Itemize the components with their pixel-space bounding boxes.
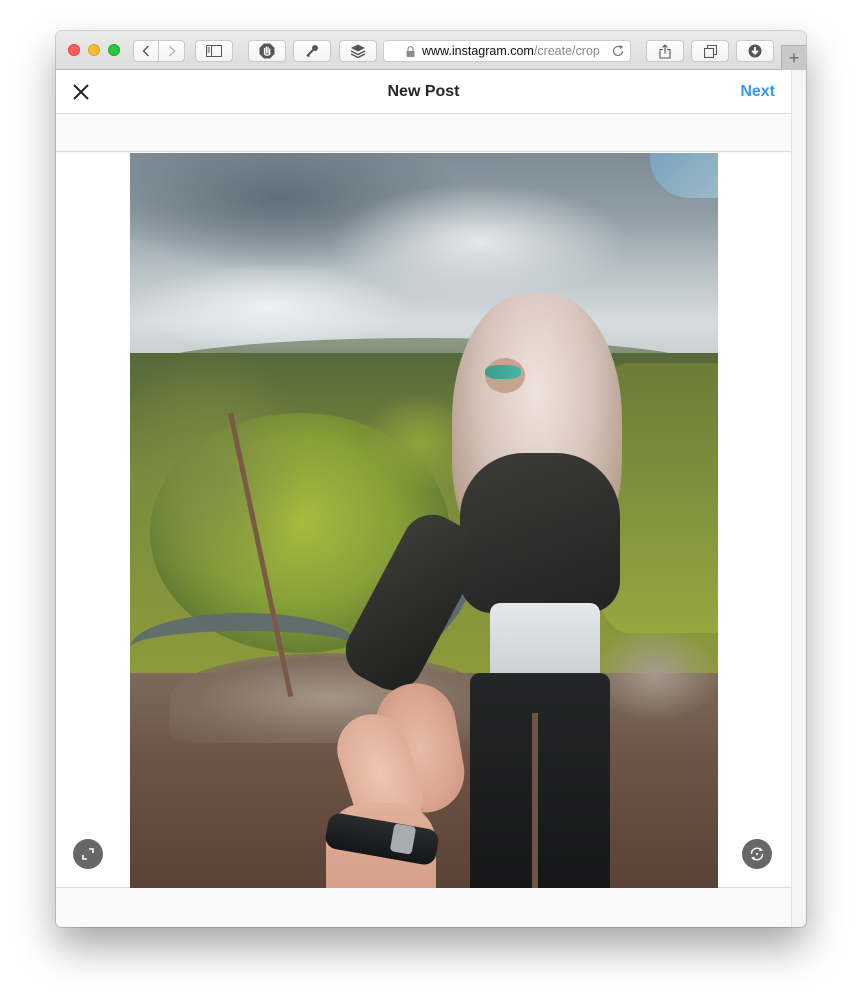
- back-button[interactable]: [133, 40, 159, 62]
- scrollbar[interactable]: [791, 70, 806, 927]
- window-minimize-button[interactable]: [88, 44, 100, 56]
- crop-stage[interactable]: [56, 153, 791, 888]
- layers-button[interactable]: [339, 40, 377, 62]
- sidebar-icon: [206, 45, 222, 57]
- post-photo[interactable]: [130, 153, 718, 888]
- share-button[interactable]: [646, 40, 684, 62]
- url-text: www.instagram.com/create/crop: [422, 44, 600, 58]
- download-icon: [748, 44, 762, 58]
- window-close-button[interactable]: [68, 44, 80, 56]
- tabs-icon: [703, 44, 717, 58]
- chevron-right-icon: [168, 45, 175, 57]
- navigation-buttons: [133, 40, 185, 62]
- new-post-header: New Post Next: [56, 70, 791, 114]
- sidebar-button[interactable]: [195, 40, 233, 62]
- lock-icon: [406, 46, 415, 57]
- url-host: www.instagram.com: [422, 44, 534, 58]
- forward-button[interactable]: [159, 40, 185, 62]
- next-button[interactable]: Next: [740, 83, 775, 101]
- address-bar[interactable]: www.instagram.com/create/crop: [383, 40, 631, 62]
- page-content: New Post Next: [56, 70, 791, 927]
- new-tab-button[interactable]: +: [781, 45, 806, 70]
- tabs-overview-button[interactable]: [691, 40, 729, 62]
- browser-window: www.instagram.com/create/crop + New Post…: [56, 31, 806, 927]
- rotate-button[interactable]: [742, 839, 772, 869]
- url-path: /create/crop: [533, 44, 600, 58]
- bottom-spacer: [56, 889, 791, 927]
- passwords-button[interactable]: [293, 40, 331, 62]
- hand-stop-icon: [259, 43, 275, 59]
- reload-icon[interactable]: [611, 44, 625, 58]
- content-blocker-button[interactable]: [248, 40, 286, 62]
- browser-toolbar: www.instagram.com/create/crop +: [56, 31, 806, 70]
- rotate-icon: [750, 847, 764, 861]
- window-zoom-button[interactable]: [108, 44, 120, 56]
- top-spacer: [56, 114, 791, 152]
- expand-button[interactable]: [73, 839, 103, 869]
- expand-icon: [82, 848, 94, 860]
- key-icon: [306, 45, 318, 58]
- page-title: New Post: [387, 83, 460, 100]
- downloads-button[interactable]: [736, 40, 774, 62]
- layers-icon: [350, 44, 366, 58]
- chevron-left-icon: [142, 45, 149, 57]
- share-icon: [659, 43, 671, 59]
